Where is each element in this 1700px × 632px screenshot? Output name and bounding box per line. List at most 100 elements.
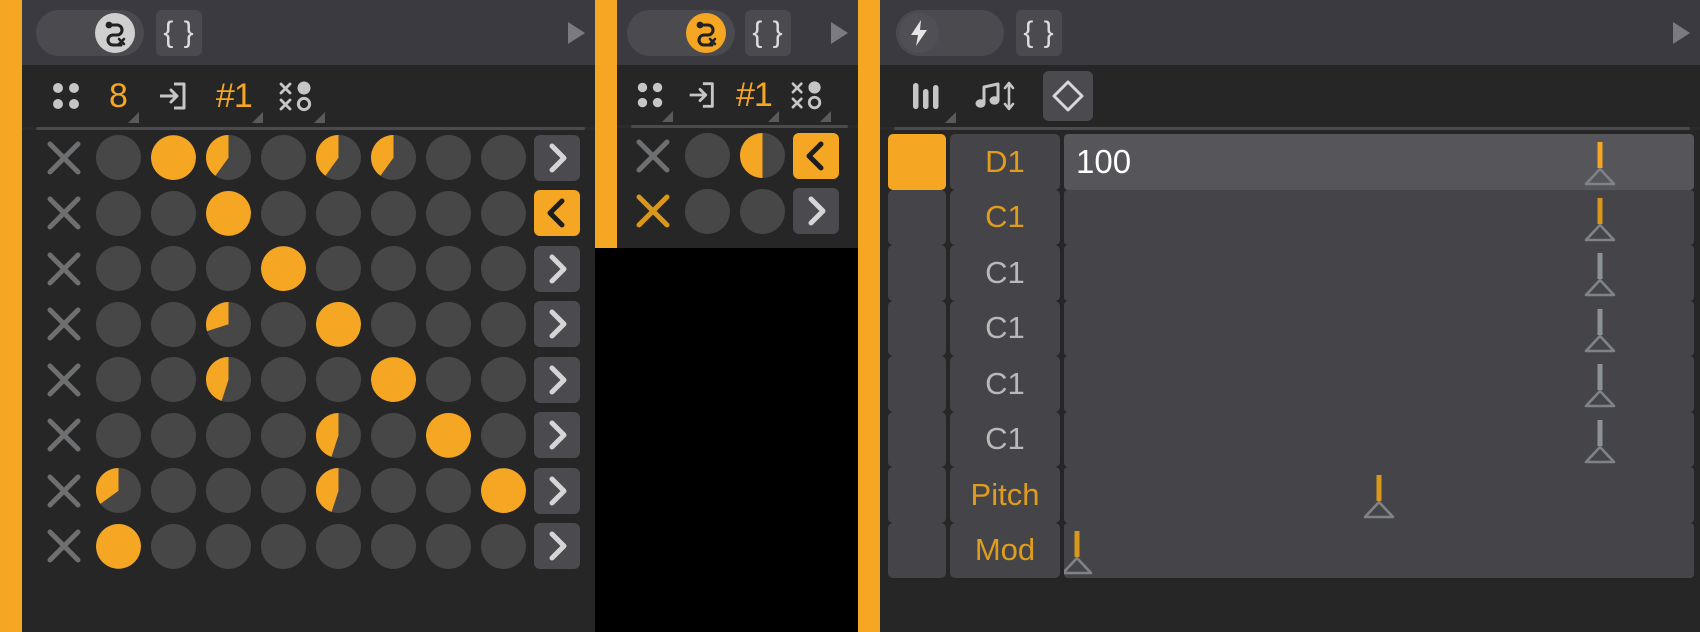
step-cell[interactable] [311,186,366,241]
step-cell[interactable] [366,463,421,518]
note-row-enable-swatch[interactable] [888,467,946,523]
step-cell[interactable] [256,241,311,296]
note-row-slider[interactable] [1064,356,1694,412]
note-row-enable-swatch[interactable] [888,522,946,578]
step-cell[interactable] [256,519,311,574]
step-cell[interactable] [366,352,421,407]
step-cell[interactable] [256,408,311,463]
row-clear-button[interactable] [36,463,91,518]
note-row-label[interactable]: C1 [950,300,1060,356]
step-cell[interactable] [201,241,256,296]
step-dot[interactable] [96,412,141,458]
step-cell[interactable] [146,130,201,185]
row-prev-button[interactable] [534,190,580,237]
step-dot[interactable] [206,468,251,514]
note-row-slider-handle[interactable] [1064,556,1094,576]
step-cell[interactable] [476,463,531,518]
step-dot[interactable] [96,523,141,569]
step-cell[interactable] [201,297,256,352]
step-dot[interactable] [96,468,141,514]
sequencer-tool-randomize[interactable] [265,65,327,127]
step-dot[interactable] [685,133,730,179]
note-row-slider-handle[interactable] [1583,223,1617,243]
step-dot[interactable] [426,523,471,569]
note-row-enable-swatch[interactable] [888,300,946,356]
note-row-slider[interactable] [1064,300,1694,356]
step-cell[interactable] [680,184,735,239]
step-dot[interactable] [481,246,526,292]
row-clear-button[interactable] [625,184,680,239]
note-row-slider[interactable] [1064,411,1694,467]
step-cell[interactable] [256,463,311,518]
note-row-label[interactable]: D1 [950,134,1060,190]
row-next-button[interactable] [534,412,580,459]
step-cell[interactable] [366,130,421,185]
play-triangle-icon[interactable] [831,21,848,44]
mini-sequencer-tool-randomize[interactable] [781,64,833,126]
step-dot[interactable] [96,357,141,403]
row-clear-button[interactable] [36,519,91,574]
step-dot[interactable] [96,190,141,236]
row-clear-button[interactable] [36,408,91,463]
step-cell[interactable] [421,352,476,407]
row-next-button[interactable] [534,467,580,514]
step-cell[interactable] [91,519,146,574]
step-dot[interactable] [206,301,251,347]
step-cell[interactable] [201,408,256,463]
step-dot[interactable] [426,190,471,236]
step-cell[interactable] [201,463,256,518]
note-editor-tool-faders[interactable] [896,65,958,127]
step-cell[interactable] [311,297,366,352]
step-dot[interactable] [206,357,251,403]
step-dot[interactable] [371,523,416,569]
mini-sequencer-tool-input[interactable] [675,64,727,126]
step-dot[interactable] [151,468,196,514]
step-cell[interactable] [476,297,531,352]
step-dot[interactable] [316,190,361,236]
note-row-slider[interactable] [1064,522,1694,578]
note-row-slider-handle[interactable] [1362,500,1396,520]
step-cell[interactable] [146,186,201,241]
step-dot[interactable] [151,246,196,292]
step-dot[interactable] [316,246,361,292]
step-cell[interactable] [146,463,201,518]
step-dot[interactable] [371,412,416,458]
note-row-slider[interactable] [1064,467,1694,523]
step-dot[interactable] [685,188,730,234]
step-dot[interactable] [481,468,526,514]
step-dot[interactable] [151,301,196,347]
step-dot[interactable] [481,412,526,458]
step-dot[interactable] [481,301,526,347]
note-row-slider-handle[interactable] [1583,334,1617,354]
step-dot[interactable] [426,412,471,458]
step-dot[interactable] [206,523,251,569]
row-next-button[interactable] [534,301,580,348]
mini-sequencer-tool-pattern[interactable] [625,64,675,126]
step-dot[interactable] [426,357,471,403]
step-dot[interactable] [316,468,361,514]
step-cell[interactable] [91,241,146,296]
note-row-label[interactable]: C1 [950,411,1060,467]
step-cell[interactable] [311,519,366,574]
note-row-slider[interactable]: 100 [1064,134,1694,190]
row-clear-button[interactable] [36,241,91,296]
note-row-enable-swatch[interactable] [888,189,946,245]
step-dot[interactable] [740,133,785,179]
step-cell[interactable] [476,241,531,296]
step-dot[interactable] [151,523,196,569]
row-next-button[interactable] [534,523,580,570]
step-dot[interactable] [96,246,141,292]
note-row-label[interactable]: C1 [950,245,1060,301]
step-cell[interactable] [91,408,146,463]
step-cell[interactable] [201,130,256,185]
sequencer-tool-input[interactable] [141,65,203,127]
step-dot[interactable] [371,468,416,514]
play-triangle-icon[interactable] [1673,21,1690,44]
step-dot[interactable] [261,412,306,458]
step-dot[interactable] [151,357,196,403]
step-cell[interactable] [421,408,476,463]
note-row-enable-swatch[interactable] [888,411,946,467]
note-row-slider-handle[interactable] [1583,167,1617,187]
step-cell[interactable] [366,297,421,352]
step-cell[interactable] [201,519,256,574]
